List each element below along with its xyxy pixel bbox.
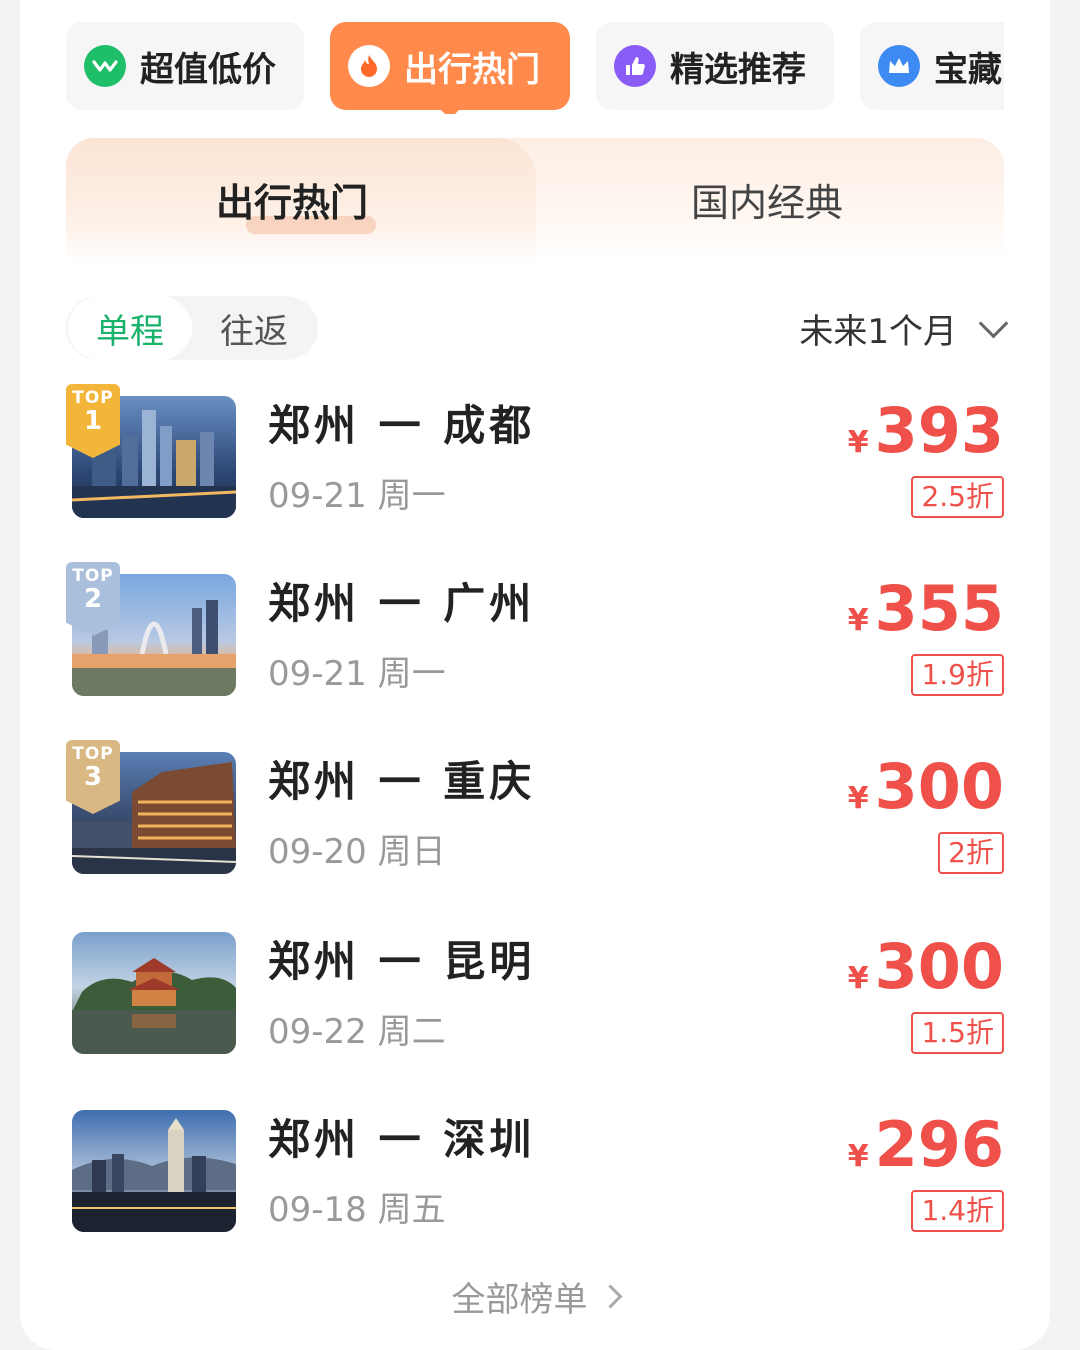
- route-title: 郑州 一 重庆: [268, 757, 536, 806]
- chevron-down-icon: [978, 308, 1009, 338]
- top-rank-badge: TOP 1: [66, 384, 120, 458]
- top-rank-badge: TOP 3: [66, 740, 120, 814]
- tab-domestic-classic[interactable]: 国内经典: [536, 138, 1004, 262]
- price-value: 300: [874, 750, 1004, 823]
- discount-tag: 1.4折: [911, 1190, 1004, 1232]
- discount-tag: 2折: [938, 832, 1004, 874]
- discount-tag: 1.5折: [911, 1012, 1004, 1054]
- route-item[interactable]: 郑州 一 昆明 09-22 周二 ¥ 300 1.5折: [66, 928, 1004, 1058]
- route-date: 09-20 周日: [268, 832, 446, 872]
- currency-symbol: ¥: [847, 961, 869, 996]
- trip-type-toggle: 单程 往返: [66, 296, 318, 360]
- round-trip-option[interactable]: 往返: [192, 296, 316, 360]
- chip-treasure[interactable]: 宝藏: [860, 22, 1004, 110]
- currency-symbol: ¥: [847, 425, 869, 460]
- route-date: 09-18 周五: [268, 1190, 446, 1230]
- chip-label: 宝藏: [934, 49, 1002, 90]
- currency-symbol: ¥: [847, 1139, 869, 1174]
- route-item[interactable]: TOP 3 郑州 一 重庆 09-20 周日 ¥ 300 2折: [66, 740, 1004, 878]
- view-all-link[interactable]: 全部榜单: [20, 1272, 1050, 1321]
- thumb-up-icon: [614, 45, 656, 87]
- price-value: 300: [874, 930, 1004, 1003]
- top-rank-badge: TOP 2: [66, 562, 120, 636]
- route-title: 郑州 一 成都: [268, 401, 536, 450]
- route-item[interactable]: TOP 1 郑州 一 成都 09-21 周一 ¥ 393 2.5折: [66, 384, 1004, 522]
- price: ¥ 296: [848, 1108, 1004, 1181]
- category-chip-bar: 超值低价 出行热门 精选推荐 宝藏: [66, 22, 1004, 114]
- tab-hot-travel[interactable]: 出行热门: [66, 138, 536, 262]
- currency-symbol: ¥: [847, 781, 869, 816]
- route-title: 郑州 一 深圳: [268, 1115, 536, 1164]
- price-value: 393: [874, 394, 1004, 467]
- price: ¥ 300: [848, 750, 1004, 823]
- date-range-label: 未来1个月: [799, 311, 957, 352]
- date-range-dropdown[interactable]: 未来1个月: [799, 302, 1009, 354]
- tab-label: 国内经典: [691, 181, 844, 225]
- chip-label: 超值低价: [140, 49, 276, 90]
- price-value: 296: [874, 1108, 1004, 1181]
- route-date: 09-21 周一: [268, 654, 446, 694]
- route-item[interactable]: 郑州 一 深圳 09-18 周五 ¥ 296 1.4折: [66, 1106, 1004, 1236]
- chip-label: 出行热门: [404, 49, 540, 90]
- price: ¥ 393: [848, 394, 1004, 467]
- route-title: 郑州 一 昆明: [268, 937, 536, 986]
- price-value: 355: [874, 572, 1004, 645]
- chip-label: 精选推荐: [670, 49, 806, 90]
- chip-recommended[interactable]: 精选推荐: [596, 22, 834, 110]
- discount-tag: 2.5折: [911, 476, 1004, 518]
- price: ¥ 355: [848, 572, 1004, 645]
- route-item[interactable]: TOP 2 郑州 一 广州 09-21 周一 ¥ 355 1.9折: [66, 562, 1004, 700]
- graph-icon: [84, 45, 126, 87]
- city-thumbnail: [72, 1110, 236, 1232]
- currency-symbol: ¥: [847, 603, 869, 638]
- fire-icon: [348, 45, 390, 87]
- price: ¥ 300: [848, 930, 1004, 1003]
- tab-label: 出行热门: [216, 181, 369, 225]
- discount-tag: 1.9折: [911, 654, 1004, 696]
- view-all-label: 全部榜单: [451, 1280, 588, 1320]
- chevron-right-icon: [597, 1284, 623, 1309]
- city-thumbnail: [72, 932, 236, 1054]
- chip-hot-travel[interactable]: 出行热门: [330, 22, 570, 114]
- route-date: 09-21 周一: [268, 476, 446, 516]
- hot-routes-card: 超值低价 出行热门 精选推荐 宝藏 出行热门 国内经典 单程 往返 未来1个月 …: [20, 0, 1050, 1350]
- route-date: 09-22 周二: [268, 1012, 446, 1052]
- crown-icon: [878, 45, 920, 87]
- one-way-option[interactable]: 单程: [68, 296, 192, 360]
- chip-best-price[interactable]: 超值低价: [66, 22, 304, 110]
- subtab-bar: 出行热门 国内经典: [66, 138, 1004, 262]
- route-title: 郑州 一 广州: [268, 579, 536, 628]
